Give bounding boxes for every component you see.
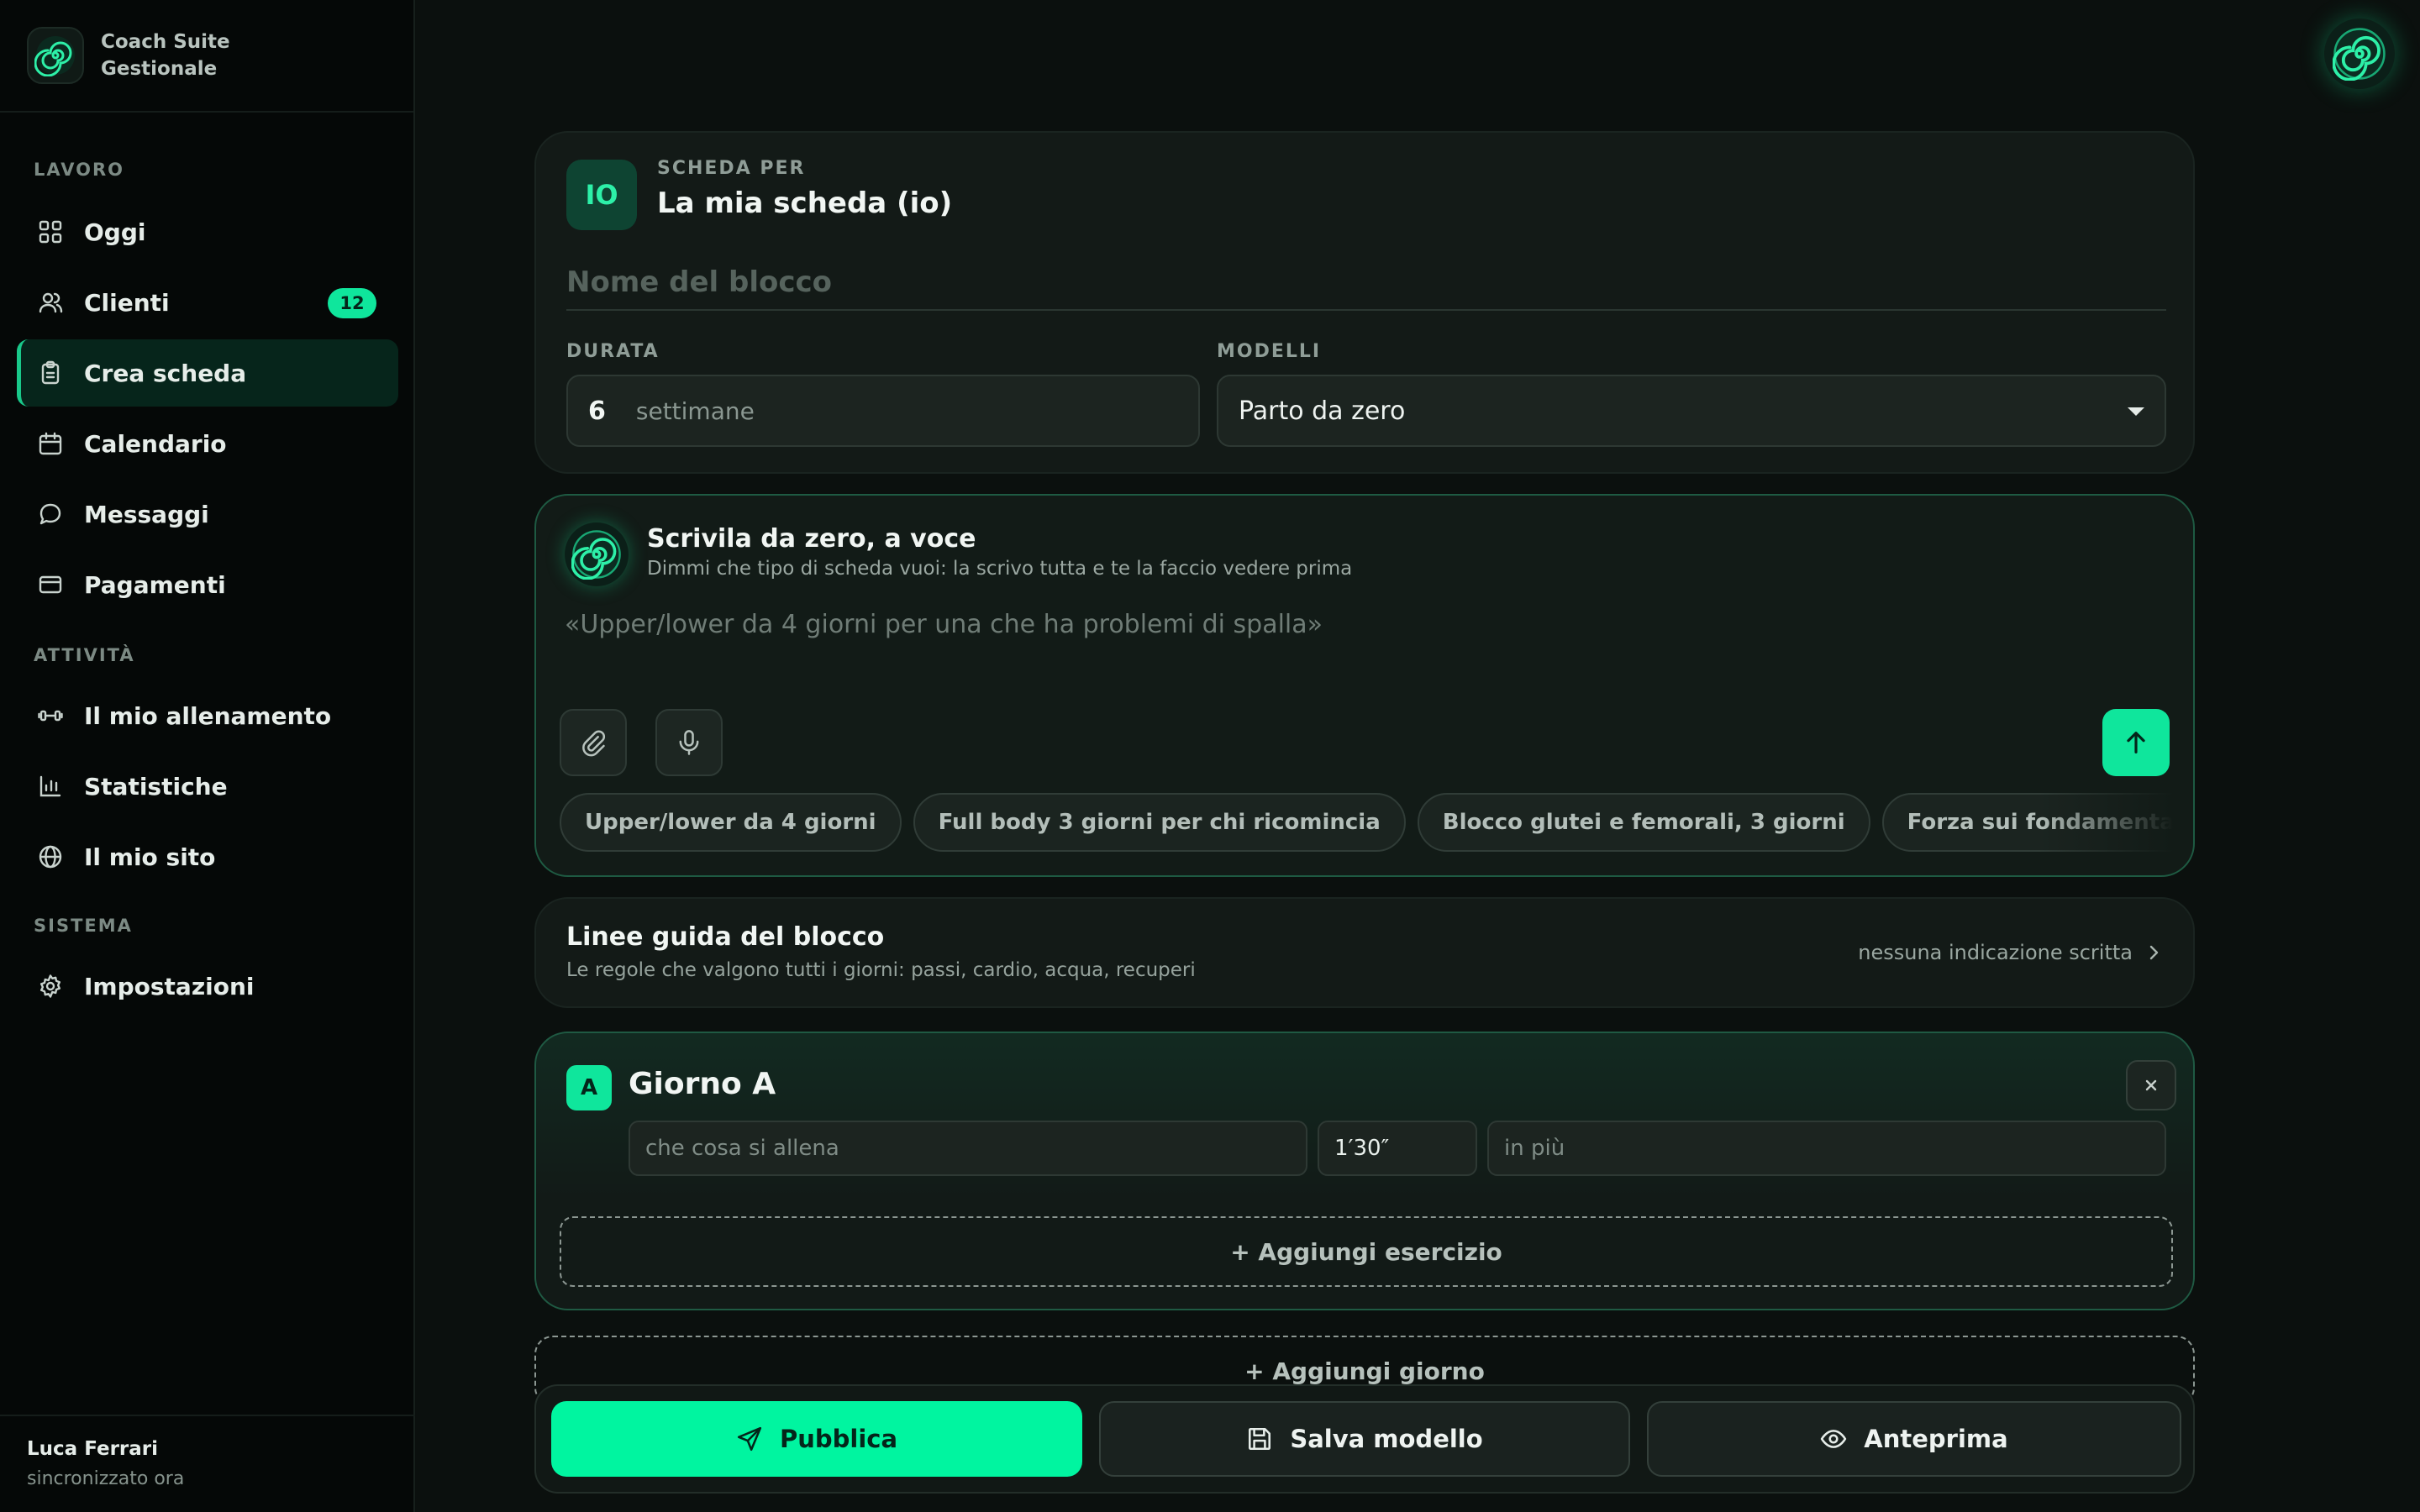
sidebar: Coach Suite Gestionale LAVORO Oggi Clien…	[0, 0, 415, 1512]
attach-button[interactable]	[560, 709, 627, 776]
gear-icon	[37, 973, 64, 1000]
program-for-label: SCHEDA PER	[657, 158, 806, 179]
remove-day-button[interactable]	[2126, 1060, 2176, 1110]
prompt-textarea[interactable]: «Upper/lower da 4 giorni per una che ha …	[565, 610, 1323, 639]
sidebar-item-clienti[interactable]: Clienti 12	[17, 269, 398, 336]
sidebar-item-crea-scheda[interactable]: Crea scheda	[17, 339, 398, 407]
close-icon	[2145, 1079, 2157, 1091]
section-label-lavoro: LAVORO	[34, 160, 124, 180]
sidebar-item-label: Il mio sito	[84, 843, 216, 871]
sidebar-item-label: Pagamenti	[84, 570, 226, 599]
suggestion-chip[interactable]: Full body 3 giorni per chi ricomincia	[913, 793, 1406, 852]
voice-subtitle: Dimmi che tipo di scheda vuoi: la scrivo…	[647, 558, 1353, 580]
sync-status: sincronizzato ora	[27, 1468, 185, 1489]
send-button[interactable]	[2102, 709, 2170, 776]
guidelines-status-text: nessuna indicazione scritta	[1858, 941, 2133, 964]
app-subtitle: Gestionale	[101, 58, 218, 80]
caret-down-icon	[2128, 407, 2144, 416]
send-plane-icon	[736, 1425, 763, 1452]
block-name-input[interactable]: Nome del blocco	[566, 257, 2166, 311]
voice-composer-card: Scrivila da zero, a voce Dimmi che tipo …	[534, 494, 2195, 877]
suggestion-chip[interactable]: Blocco glutei e femorali, 3 giorni	[1417, 793, 1870, 852]
duration-field[interactable]: 6 settimane	[566, 375, 1200, 447]
brand-text: Coach Suite Gestionale	[101, 29, 230, 82]
chevron-right-icon	[2144, 943, 2163, 962]
user-name: Luca Ferrari	[27, 1438, 159, 1460]
spiral-icon	[2333, 28, 2386, 81]
sidebar-item-il-mio-sito[interactable]: Il mio sito	[17, 823, 398, 890]
client-avatar: IO	[566, 160, 637, 230]
arrow-up-icon	[2127, 732, 2145, 753]
guidelines-title: Linee guida del blocco	[566, 922, 885, 952]
app-name: Coach Suite	[101, 31, 230, 53]
assistant-spiral-icon	[565, 522, 629, 586]
users-icon	[37, 289, 64, 316]
bar-chart-icon	[37, 773, 64, 800]
guidelines-status: nessuna indicazione scritta	[1858, 941, 2163, 964]
sidebar-item-oggi[interactable]: Oggi	[17, 198, 398, 265]
add-exercise-button[interactable]: + Aggiungi esercizio	[560, 1216, 2173, 1287]
sidebar-item-label: Crea scheda	[84, 359, 247, 387]
save-model-button[interactable]: Salva modello	[1099, 1401, 1630, 1477]
sidebar-item-il-mio-allenamento[interactable]: Il mio allenamento	[17, 682, 398, 749]
guidelines-subtitle: Le regole che valgono tutti i giorni: pa…	[566, 959, 1196, 981]
sidebar-item-label: Impostazioni	[84, 972, 255, 1000]
brand[interactable]: Coach Suite Gestionale	[0, 0, 413, 113]
sidebar-item-label: Clienti	[84, 288, 170, 317]
microphone-icon	[679, 730, 699, 755]
day-title[interactable]: Giorno A	[629, 1067, 776, 1101]
credit-card-icon	[37, 571, 64, 598]
program-header-card: IO SCHEDA PER La mia scheda (io) Nome de…	[534, 131, 2195, 474]
clients-count-badge: 12	[328, 288, 376, 318]
models-label: MODELLI	[1217, 341, 1322, 362]
section-label-sistema: SISTEMA	[34, 916, 133, 936]
publish-label: Pubblica	[779, 1425, 898, 1453]
preview-label: Anteprima	[1864, 1425, 2008, 1453]
suggestion-chip[interactable]: Forza sui fondamentali, 4	[1881, 793, 2173, 852]
grid-icon	[37, 218, 64, 245]
sidebar-item-pagamenti[interactable]: Pagamenti	[17, 551, 398, 618]
models-selected-value: Parto da zero	[1239, 396, 1406, 426]
duration-unit: settimane	[635, 396, 755, 425]
day-extra-input[interactable]: in più	[1487, 1121, 2166, 1176]
chat-icon	[37, 501, 64, 528]
program-title: La mia scheda (io)	[657, 186, 953, 220]
sidebar-item-impostazioni[interactable]: Impostazioni	[17, 953, 398, 1020]
sidebar-item-statistiche[interactable]: Statistiche	[17, 753, 398, 820]
spiral-logo-icon	[27, 27, 84, 84]
save-icon	[1246, 1425, 1273, 1452]
suggestion-chips: Upper/lower da 4 giorni Full body 3 gior…	[560, 793, 2173, 853]
clipboard-icon	[37, 360, 64, 386]
publish-button[interactable]: Pubblica	[551, 1401, 1082, 1477]
day-card-a: A Giorno A che cosa si allena 1′30″ in p…	[534, 1032, 2195, 1310]
sidebar-item-messaggi[interactable]: Messaggi	[17, 480, 398, 548]
assistant-avatar-button[interactable]	[2324, 18, 2395, 89]
calendar-icon	[37, 430, 64, 457]
sidebar-item-label: Statistiche	[84, 772, 228, 801]
section-label-attivita: ATTIVITÀ	[34, 645, 135, 665]
eye-icon	[1820, 1425, 1847, 1452]
day-letter-badge: A	[566, 1065, 612, 1110]
globe-icon	[37, 843, 64, 870]
paperclip-icon	[582, 730, 605, 757]
duration-label: DURATA	[566, 341, 660, 362]
sidebar-item-label: Oggi	[84, 218, 146, 246]
sidebar-item-label: Messaggi	[84, 500, 209, 528]
user-box[interactable]: Luca Ferrari sincronizzato ora	[0, 1415, 415, 1512]
sidebar-item-label: Calendario	[84, 429, 227, 458]
microphone-button[interactable]	[655, 709, 723, 776]
sidebar-item-calendario[interactable]: Calendario	[17, 410, 398, 477]
sidebar-item-label: Il mio allenamento	[84, 701, 332, 730]
block-guidelines-row[interactable]: Linee guida del blocco Le regole che val…	[534, 897, 2195, 1008]
suggestion-chip[interactable]: Upper/lower da 4 giorni	[560, 793, 902, 852]
voice-title: Scrivila da zero, a voce	[647, 524, 976, 554]
day-focus-input[interactable]: che cosa si allena	[629, 1121, 1307, 1176]
models-select[interactable]: Parto da zero	[1217, 375, 2166, 447]
save-model-label: Salva modello	[1290, 1425, 1483, 1453]
dumbbell-icon	[37, 702, 64, 729]
rest-time-input[interactable]: 1′30″	[1318, 1121, 1477, 1176]
duration-value: 6	[588, 396, 606, 426]
preview-button[interactable]: Anteprima	[1647, 1401, 2181, 1477]
action-bar: Pubblica Salva modello Anteprima	[534, 1384, 2195, 1494]
